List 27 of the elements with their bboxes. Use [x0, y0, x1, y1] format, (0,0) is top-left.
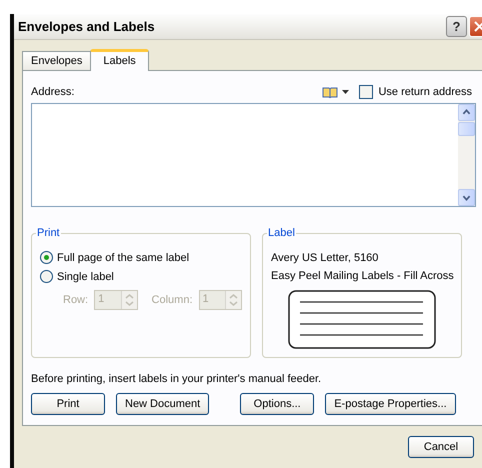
cancel-button[interactable]: Cancel	[408, 436, 474, 458]
instruction-text: Before printing, insert labels in your printer's manual feeder.	[31, 373, 322, 385]
dropdown-arrow-icon	[342, 90, 350, 94]
new-document-button[interactable]: New Document	[116, 393, 210, 415]
book-icon	[322, 86, 338, 98]
return-address-checkbox[interactable]: Use return address	[359, 85, 472, 99]
scrollbar[interactable]	[458, 104, 475, 206]
scroll-down-icon[interactable]	[458, 189, 475, 206]
address-label: Address:	[31, 86, 76, 98]
window-title: Envelopes and Labels	[18, 19, 156, 34]
tab[interactable]: Labels	[90, 49, 149, 71]
options-button[interactable]: Options...	[240, 393, 314, 415]
label-description: Avery US Letter, 5160	[271, 251, 380, 266]
print-button[interactable]: Print	[31, 393, 105, 415]
close-icon	[474, 21, 482, 32]
help-button[interactable]: ?	[446, 16, 467, 37]
spinner-label: Column:	[152, 294, 193, 306]
address-book-button[interactable]	[322, 86, 350, 98]
scroll-up-icon[interactable]	[458, 104, 475, 121]
properties-button[interactable]: E-postage Properties...	[325, 393, 456, 415]
label-description: Easy Peel Mailing Labels - Fill Across	[271, 269, 453, 284]
address-field[interactable]	[31, 103, 476, 207]
spinner-label: Row:	[63, 294, 88, 306]
radio-option[interactable]: Full page of the same label	[40, 248, 242, 267]
radio-option[interactable]: Single label	[40, 267, 242, 286]
scroll-thumb[interactable]	[458, 122, 475, 136]
tab[interactable]: Envelopes	[22, 51, 92, 70]
